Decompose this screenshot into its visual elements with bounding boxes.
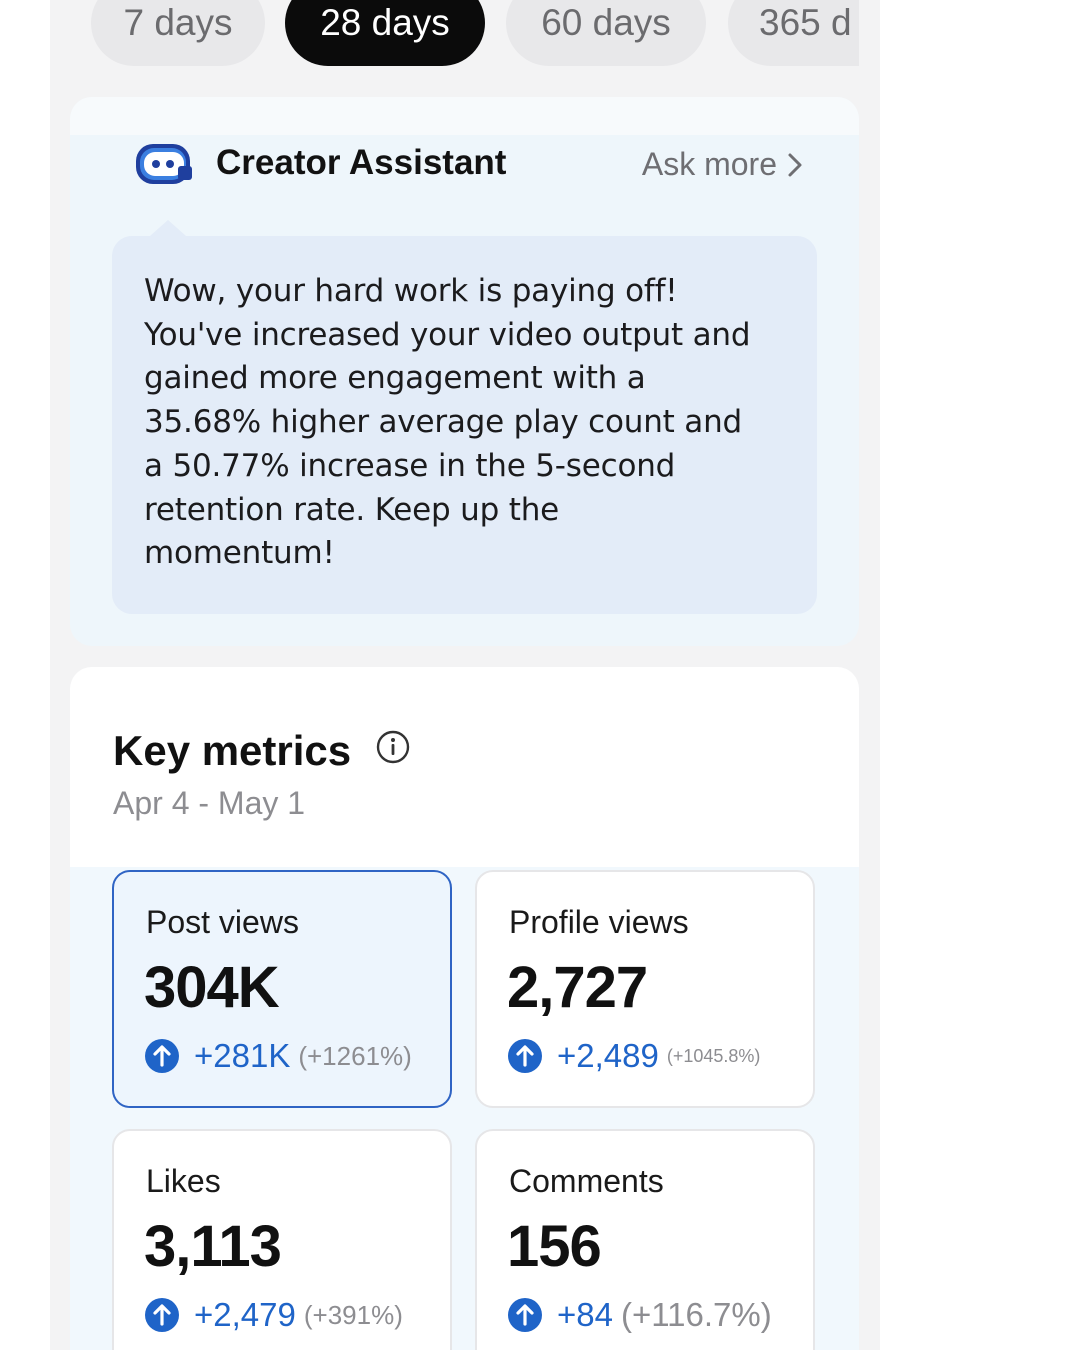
date-range-label: Apr 4 - May 1 [113, 785, 306, 821]
tab-label: 28 days [320, 2, 450, 43]
metric-delta-value: +2,479 [194, 1296, 296, 1333]
metric-delta-value: +281K [194, 1037, 291, 1074]
tab-60-days[interactable]: 60 days [506, 0, 706, 66]
date-range-tabs: 7 days 28 days 60 days 365 d [50, 0, 859, 66]
tab-365-days[interactable]: 365 d [728, 0, 859, 66]
metric-value: 156 [507, 1214, 602, 1279]
metric-tile-comments[interactable]: Comments 156 +84 (+116.7%) [475, 1129, 815, 1350]
arrow-up-circle-icon [508, 1039, 542, 1073]
creator-assistant-card: Creator Assistant Ask more Wow, your har… [70, 97, 859, 646]
metric-delta-value: +84 [557, 1296, 613, 1333]
arrow-up-circle-icon [145, 1298, 179, 1332]
arrow-up-circle-icon [145, 1039, 179, 1073]
info-icon[interactable] [376, 730, 410, 764]
tab-label: 365 d [759, 2, 852, 43]
metric-delta: +281K (+1261%) [144, 1037, 412, 1075]
creator-assistant-logo-icon [136, 144, 192, 184]
metric-delta-percent: (+391%) [303, 1299, 403, 1330]
metric-value: 2,727 [507, 955, 648, 1020]
message-line: Wow, your hard work is paying off! [144, 273, 678, 309]
key-metrics-title: Key metrics [113, 727, 352, 774]
metric-value: 304K [144, 955, 280, 1020]
message-line: gained more engagement with a [144, 360, 646, 397]
message-line: a 50.77% increase in the 5-second [144, 447, 676, 484]
metric-tile-post-views[interactable]: Post views 304K +281K (+1261%) [112, 870, 452, 1108]
arrow-up-circle-icon [508, 1298, 542, 1332]
message-line: You've increased your video output and [144, 316, 751, 353]
assistant-message: Wow, your hard work is paying off! You'v… [144, 270, 794, 576]
message-line: 35.68% higher average play count and [144, 404, 742, 441]
metric-tile-likes[interactable]: Likes 3,113 +2,479 (+391%) [112, 1129, 452, 1350]
card-top-band [70, 97, 859, 135]
metric-tile-profile-views[interactable]: Profile views 2,727 +2,489 (+1045.8%) [475, 870, 815, 1108]
tab-7-days[interactable]: 7 days [91, 0, 265, 66]
tab-label: 7 days [123, 2, 233, 43]
chevron-right-icon [788, 153, 802, 176]
metric-delta: +84 (+116.7%) [507, 1296, 772, 1334]
key-metrics-card: Key metrics Apr 4 - May 1 Post views 304… [70, 667, 859, 1350]
ask-more-link[interactable]: Ask more [642, 146, 803, 183]
metric-delta: +2,489 (+1045.8%) [507, 1037, 760, 1075]
analytics-screen: 7 days 28 days 60 days 365 d Creator Ass… [50, 0, 880, 1350]
metric-label: Likes [146, 1163, 221, 1199]
metric-delta-percent: (+1261%) [298, 1040, 412, 1071]
tab-28-days[interactable]: 28 days [285, 0, 485, 66]
tab-label: 60 days [541, 2, 671, 43]
metric-delta-percent: (+116.7%) [620, 1296, 772, 1333]
ask-more-label: Ask more [641, 146, 777, 182]
metric-label: Profile views [509, 904, 689, 940]
message-line: momentum! [144, 535, 335, 572]
metric-delta: +2,479 (+391%) [144, 1296, 403, 1334]
metric-delta-percent: (+1045.8%) [666, 1045, 761, 1066]
metric-label: Comments [509, 1163, 664, 1199]
metric-delta-value: +2,489 [557, 1037, 659, 1074]
metric-value: 3,113 [144, 1214, 282, 1279]
message-line: retention rate. Keep up the [144, 491, 560, 528]
metric-label: Post views [146, 904, 299, 940]
assistant-title: Creator Assistant [216, 143, 507, 182]
assistant-message-bubble: Wow, your hard work is paying off! You'v… [112, 220, 817, 614]
